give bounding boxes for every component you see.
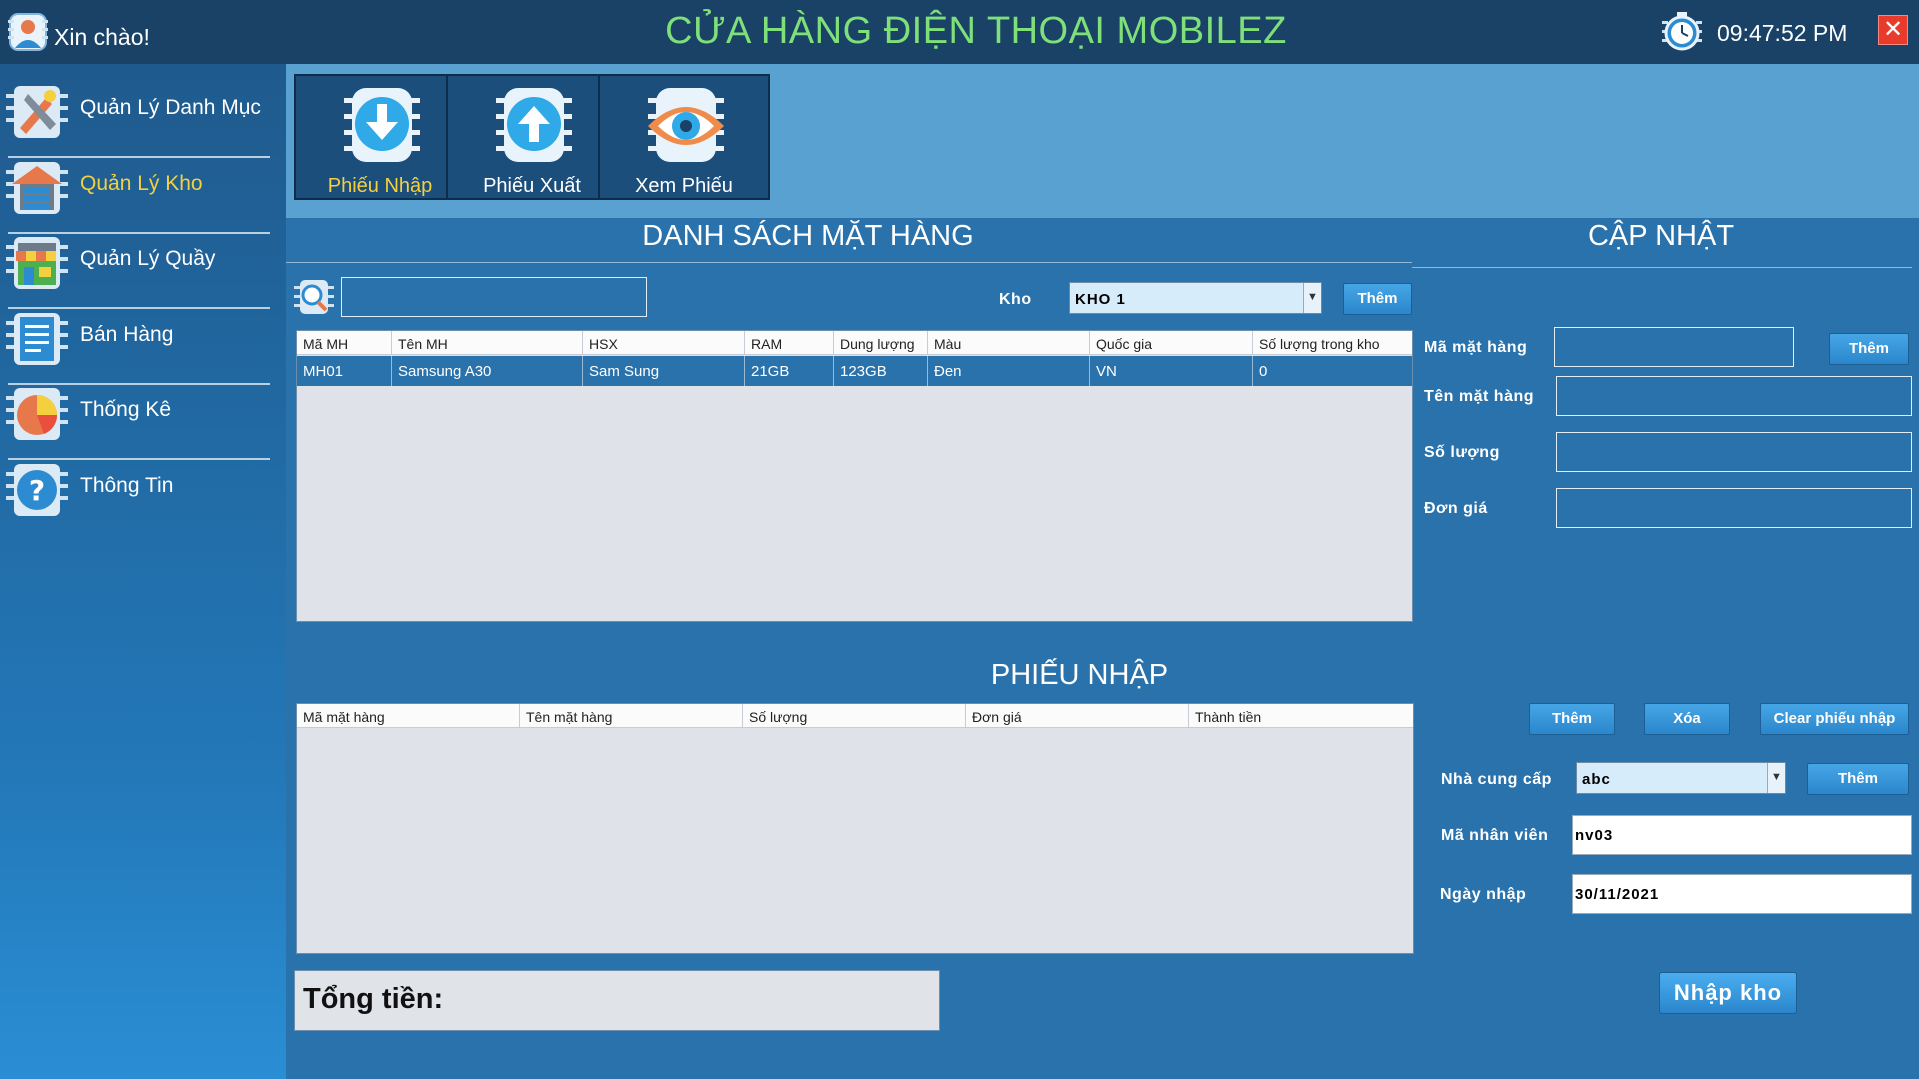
sidebar-item-label: Thống Kê xyxy=(80,398,172,421)
search-input[interactable] xyxy=(341,277,647,317)
add-item-button[interactable]: Thêm xyxy=(1829,333,1909,365)
sidebar-item-label: Quản Lý Kho xyxy=(80,172,203,195)
close-button[interactable]: ✕ xyxy=(1878,15,1908,45)
phieu-nhap-button[interactable]: Phiếu Nhập xyxy=(294,74,466,200)
total-label: Tổng tiền: xyxy=(303,983,444,1015)
divider xyxy=(286,262,1412,263)
chevron-down-icon[interactable]: ▼ xyxy=(1767,763,1785,793)
column-header[interactable]: Đơn giá xyxy=(966,704,1189,728)
ten-mat-hang-input[interactable] xyxy=(1556,376,1912,416)
supplier-select[interactable]: abc ▼ xyxy=(1576,762,1786,794)
app-title: CỬA HÀNG ĐIỆN THOẠI MOBILEZ xyxy=(665,10,1287,52)
tools-icon xyxy=(6,86,68,138)
sidebar-item-label: Thông Tin xyxy=(80,474,174,497)
table-cell: VN xyxy=(1090,356,1253,386)
items-table: Mã MH Tên MH HSX RAM Dung lượng Màu Quốc… xyxy=(296,330,1413,622)
search-icon[interactable] xyxy=(294,276,334,318)
column-header[interactable]: Tên MH xyxy=(392,331,583,355)
phieu-xuat-button[interactable]: Phiếu Xuất xyxy=(446,74,618,200)
delete-receipt-item-button[interactable]: Xóa xyxy=(1644,703,1730,735)
don-gia-label: Đơn giá xyxy=(1424,500,1488,517)
chevron-down-icon[interactable]: ▼ xyxy=(1303,283,1321,313)
table-cell: Sam Sung xyxy=(583,356,745,386)
supplier-label: Nhà cung cấp xyxy=(1441,771,1552,788)
column-header[interactable]: Mã MH xyxy=(297,331,392,355)
sidebar-item-label: Bán Hàng xyxy=(80,323,174,346)
download-icon xyxy=(344,88,420,162)
column-header[interactable]: Thành tiền xyxy=(1189,704,1413,728)
column-header[interactable]: Tên mặt hàng xyxy=(520,704,743,728)
sidebar-item-thong-tin[interactable]: ? Thông Tin xyxy=(0,442,270,534)
add-receipt-item-button[interactable]: Thêm xyxy=(1529,703,1615,735)
sidebar-item-label: Quản Lý Quầy xyxy=(80,247,216,270)
toolbar: Phiếu Nhập Phiếu Xuất Xem Phiếu xyxy=(286,64,1919,218)
so-luong-label: Số lượng xyxy=(1424,444,1500,461)
tool-button-label: Phiếu Nhập xyxy=(327,175,433,197)
help-icon: ? xyxy=(6,464,68,516)
total-box: Tổng tiền: xyxy=(294,970,940,1031)
warehouse-icon xyxy=(6,162,68,214)
clock-text: 09:47:52 PM xyxy=(1717,20,1848,46)
table-header: Mã mặt hàng Tên mặt hàng Số lượng Đơn gi… xyxy=(297,704,1413,728)
update-section-title: CẬP NHẬT xyxy=(1587,220,1735,252)
top-bar: Xin chào! CỬA HÀNG ĐIỆN THOẠI MOBILEZ 09… xyxy=(0,0,1919,64)
svg-text:?: ? xyxy=(29,474,45,507)
kho-select[interactable]: KHO 1 ▼ xyxy=(1069,282,1322,314)
sidebar: Quản Lý Danh Mục Quản Lý Kho Quản Lý Quầ… xyxy=(0,64,286,1079)
column-header[interactable]: Quốc gia xyxy=(1090,331,1253,355)
clock-icon xyxy=(1662,12,1702,51)
upload-icon xyxy=(496,88,572,162)
clear-receipt-button[interactable]: Clear phiếu nhập xyxy=(1760,703,1909,735)
column-header[interactable]: Mã mặt hàng xyxy=(297,704,520,728)
date-input[interactable]: 30/11/2021 xyxy=(1572,874,1912,914)
column-header[interactable]: RAM xyxy=(745,331,834,355)
date-label: Ngày nhập xyxy=(1440,886,1527,903)
table-row[interactable]: MH01 Samsung A30 Sam Sung 21GB 123GB Đen… xyxy=(297,356,1412,386)
don-gia-input[interactable] xyxy=(1556,488,1912,528)
table-cell: MH01 xyxy=(297,356,392,386)
table-header: Mã MH Tên MH HSX RAM Dung lượng Màu Quốc… xyxy=(297,331,1412,355)
kho-select-value: KHO 1 xyxy=(1075,291,1126,308)
divider xyxy=(1412,267,1912,268)
table-cell: Samsung A30 xyxy=(392,356,583,386)
table-cell: 123GB xyxy=(834,356,928,386)
add-kho-button[interactable]: Thêm xyxy=(1343,283,1412,315)
receipt-table: Mã mặt hàng Tên mặt hàng Số lượng Đơn gi… xyxy=(296,703,1414,954)
pie-chart-icon xyxy=(6,388,68,440)
tool-button-label: Phiếu Xuất xyxy=(483,175,581,197)
import-stock-button[interactable]: Nhập kho xyxy=(1659,972,1797,1014)
ma-mat-hang-input[interactable] xyxy=(1554,327,1794,367)
column-header[interactable]: HSX xyxy=(583,331,745,355)
xem-phieu-button[interactable]: Xem Phiếu xyxy=(598,74,770,200)
add-supplier-button[interactable]: Thêm xyxy=(1807,763,1909,795)
table-cell: 0 xyxy=(1253,356,1412,386)
column-header[interactable]: Màu xyxy=(928,331,1090,355)
store-icon xyxy=(6,237,68,289)
tool-button-label: Xem Phiếu xyxy=(635,175,733,197)
ma-mat-hang-label: Mã mặt hàng xyxy=(1424,339,1528,356)
receipt-icon xyxy=(6,313,68,365)
receipt-section-title: PHIẾU NHẬP xyxy=(990,659,1169,691)
kho-label: Kho xyxy=(999,291,1032,308)
supplier-select-value: abc xyxy=(1582,771,1611,788)
table-cell: Đen xyxy=(928,356,1090,386)
sidebar-item-label: Quản Lý Danh Mục xyxy=(80,96,261,119)
table-cell: 21GB xyxy=(745,356,834,386)
ten-mat-hang-label: Tên mặt hàng xyxy=(1424,388,1535,405)
employee-label: Mã nhân viên xyxy=(1441,827,1549,844)
column-header[interactable]: Số lượng xyxy=(743,704,966,728)
so-luong-input[interactable] xyxy=(1556,432,1912,472)
eye-icon xyxy=(648,88,724,162)
items-section-title: DANH SÁCH MẶT HÀNG xyxy=(642,220,974,252)
column-header[interactable]: Số lượng trong kho xyxy=(1253,331,1412,355)
column-header[interactable]: Dung lượng xyxy=(834,331,928,355)
employee-input[interactable]: nv03 xyxy=(1572,815,1912,855)
